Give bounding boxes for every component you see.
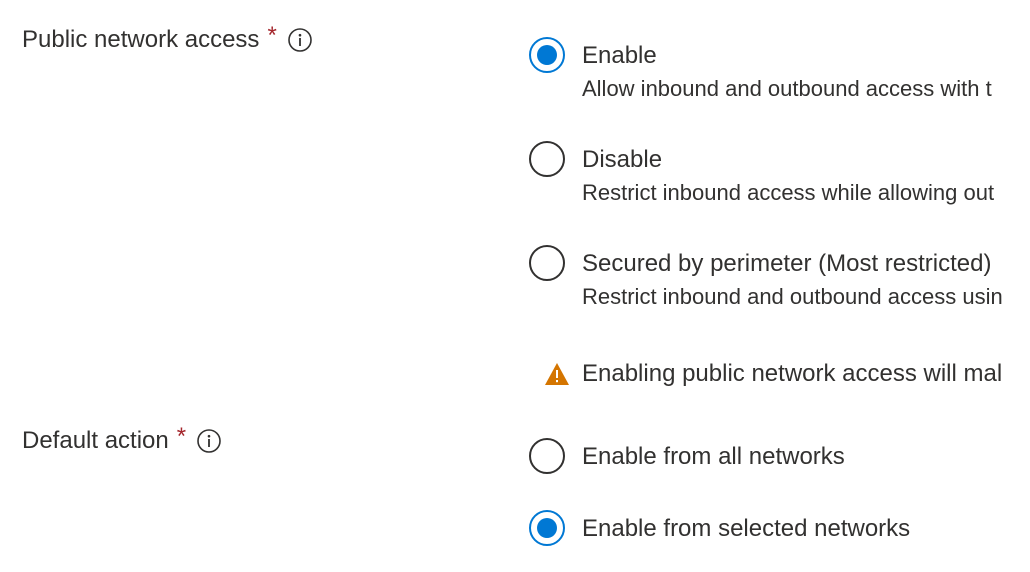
warning-icon [544,361,570,387]
option-description: Restrict inbound access while allowing o… [582,180,995,205]
option-label: Enable [582,42,657,69]
required-asterisk: * [176,423,187,450]
radio-unselected-icon[interactable] [528,140,566,178]
option-label: Secured by perimeter (Most restricted) [582,250,992,277]
option-label: Enable from selected networks [582,515,911,542]
public-network-access-label: Public network access [22,26,260,53]
radio-option-all-networks[interactable]: Enable from all networks [528,437,845,475]
radio-selected-icon[interactable] [528,509,566,547]
default-action-label-row: Default action * [22,423,222,457]
required-asterisk: * [267,22,277,49]
default-action-label: Default action [22,427,169,454]
option-description: Restrict inbound and outbound access usi… [582,284,1003,309]
radio-unselected-icon[interactable] [528,244,566,282]
radio-selected-icon[interactable] [528,36,566,74]
info-icon[interactable] [196,428,222,454]
option-description: Allow inbound and outbound access with t [582,76,992,101]
radio-option-selected-networks[interactable]: Enable from selected networks [528,509,910,547]
info-icon[interactable] [287,27,313,53]
option-label: Enable from all networks [582,443,845,470]
radio-option-secured-by-perimeter[interactable]: Secured by perimeter (Most restricted) R… [528,244,1003,312]
public-access-warning: Enabling public network access will mal [544,358,1002,390]
option-label: Disable [582,146,663,173]
radio-option-disable[interactable]: Disable Restrict inbound access while al… [528,140,994,208]
warning-text: Enabling public network access will mal [582,360,1003,387]
public-network-access-label-row: Public network access * [22,22,313,56]
radio-unselected-icon[interactable] [528,437,566,475]
radio-option-enable[interactable]: Enable Allow inbound and outbound access… [528,36,992,104]
